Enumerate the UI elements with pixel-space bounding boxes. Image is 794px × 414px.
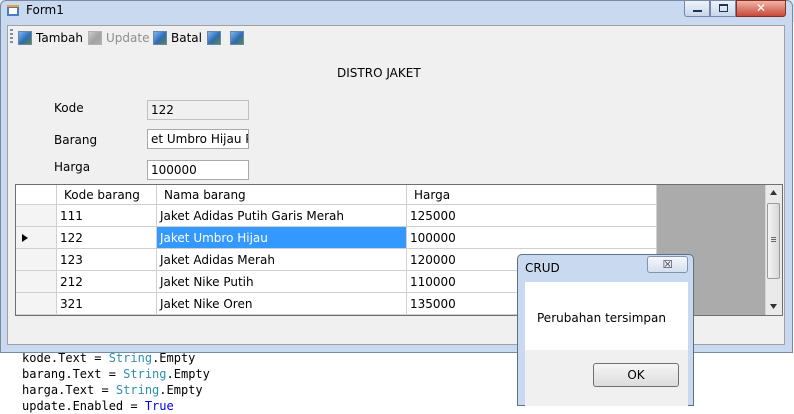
batal-button[interactable]: Batal (153, 30, 202, 46)
toolbar-button-4[interactable] (207, 30, 225, 46)
row-header[interactable] (16, 205, 57, 227)
row-header[interactable] (16, 271, 57, 293)
harga-label: Harga (54, 160, 91, 174)
code-line-2: barang.Text = String.Empty (22, 367, 210, 381)
cell-nama[interactable]: Jaket Nike Putih (157, 271, 407, 293)
cell-nama[interactable]: Jaket Adidas Putih Garis Merah (157, 205, 407, 227)
image-icon (207, 31, 221, 45)
kode-field[interactable]: 122 (147, 100, 249, 120)
row-header[interactable] (16, 249, 57, 271)
tambah-label: Tambah (36, 31, 83, 45)
cell-nama[interactable]: Jaket Adidas Merah (157, 249, 407, 271)
image-icon (18, 31, 32, 45)
toolbar-button-5[interactable] (230, 30, 248, 46)
row-header-corner (16, 185, 57, 205)
ok-button[interactable]: OK (593, 363, 679, 387)
page-title: DISTRO JAKET (337, 66, 421, 80)
cell-harga[interactable]: 100000 (407, 227, 657, 249)
column-header-nama[interactable]: Nama barang (157, 185, 407, 205)
cell-kode[interactable]: 321 (57, 293, 157, 315)
update-button[interactable]: Update (88, 30, 149, 46)
code-line-3: harga.Text = String.Empty (22, 383, 203, 397)
cell-nama[interactable]: Jaket Nike Oren (157, 293, 407, 315)
barang-field[interactable]: et Umbro Hijau Putih (147, 129, 249, 149)
image-icon (230, 31, 244, 45)
column-header-kode[interactable]: Kode barang (57, 185, 157, 205)
current-row-arrow-icon (22, 234, 28, 242)
row-header[interactable] (16, 227, 57, 249)
cell-kode[interactable]: 212 (57, 271, 157, 293)
form-icon (7, 5, 19, 16)
code-line-4: update.Enabled = True (22, 399, 174, 413)
kode-label: Kode (54, 101, 84, 115)
scrollbar-thumb[interactable] (767, 203, 780, 279)
cell-kode[interactable]: 123 (57, 249, 157, 271)
column-header-harga[interactable]: Harga (407, 185, 657, 205)
cell-harga[interactable]: 125000 (407, 205, 657, 227)
batal-label: Batal (171, 31, 202, 45)
close-icon: ☒ (662, 258, 673, 271)
scroll-up-icon[interactable] (770, 190, 777, 195)
row-header[interactable] (16, 293, 57, 315)
barang-label: Barang (54, 133, 98, 147)
dialog-title: CRUD (525, 261, 560, 275)
close-icon: ✕ (755, 1, 767, 15)
maximize-button[interactable] (710, 0, 736, 17)
minimize-button[interactable] (684, 0, 710, 17)
maximize-icon (719, 4, 728, 12)
cell-kode[interactable]: 111 (57, 205, 157, 227)
window-title: Form1 (26, 3, 64, 17)
update-label: Update (106, 31, 150, 45)
tambah-button[interactable]: Tambah (18, 30, 83, 46)
dialog-message: Perubahan tersimpan (537, 311, 666, 325)
cell-kode[interactable]: 122 (57, 227, 157, 249)
scroll-down-icon[interactable] (770, 304, 777, 309)
dialog-close-button[interactable]: ☒ (647, 256, 688, 273)
close-button[interactable]: ✕ (736, 0, 786, 17)
image-icon (153, 31, 167, 45)
harga-field[interactable]: 100000 (147, 160, 249, 180)
cell-nama-selected[interactable]: Jaket Umbro Hijau (157, 227, 407, 249)
vertical-scrollbar[interactable] (765, 185, 782, 315)
image-icon (88, 31, 102, 45)
minimize-icon (693, 10, 702, 12)
toolbar-grip[interactable] (10, 29, 13, 45)
